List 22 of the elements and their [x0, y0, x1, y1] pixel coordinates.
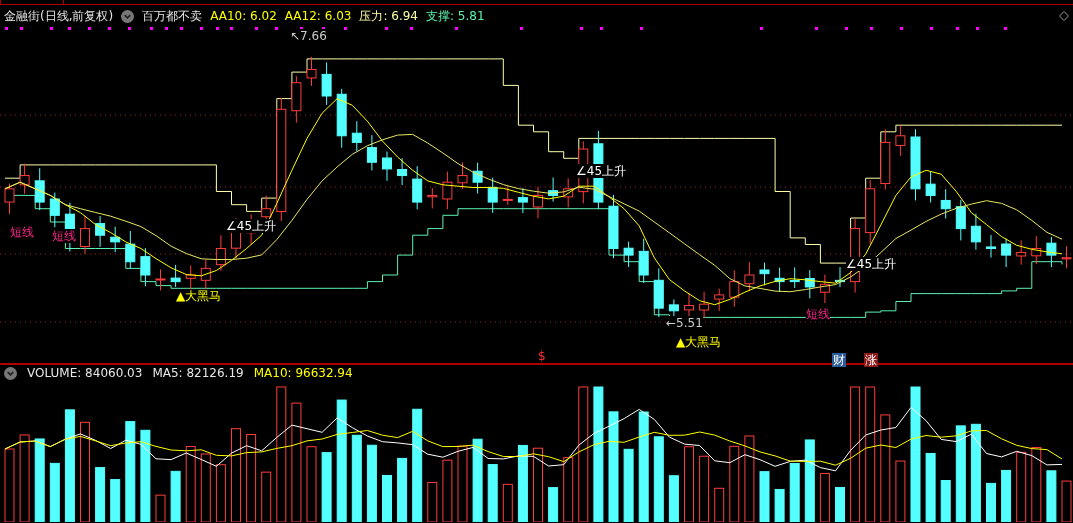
indicator-value: AA10: 6.02: [210, 9, 277, 23]
event-badge: 财: [832, 353, 846, 367]
dark-horse-label: ▲大黑马: [676, 335, 722, 349]
angle-rise-label: ∠45上升: [846, 257, 897, 271]
dark-horse-label: ▲大黑马: [176, 289, 222, 303]
event-badge: 涨: [864, 353, 878, 367]
indicator-value: AA12: 6.03: [284, 9, 352, 23]
short-term-label: 短线: [52, 229, 76, 243]
volume-value: MA10: 96632.94: [253, 366, 353, 380]
volume-value: VOLUME: 84060.03: [27, 366, 143, 380]
angle-rise-label: ∠45上升: [226, 219, 277, 233]
dollar-marker: $: [538, 349, 546, 363]
indicator-value: 压力: 6.94: [359, 7, 418, 25]
price-label: ←5.51: [666, 316, 703, 330]
indicator-name: 百万都不卖: [142, 7, 203, 25]
stock-title: 金融街(日线,前复权): [4, 7, 114, 25]
short-term-label: 短线: [806, 307, 830, 321]
volume-value: MA5: 82126.19: [152, 366, 244, 380]
price-label: ↖7.66: [290, 29, 327, 43]
angle-rise-label: ∠45上升: [576, 164, 627, 178]
short-term-label: 短线: [10, 225, 34, 239]
indicator-value: 支撑: 5.81: [426, 7, 485, 25]
